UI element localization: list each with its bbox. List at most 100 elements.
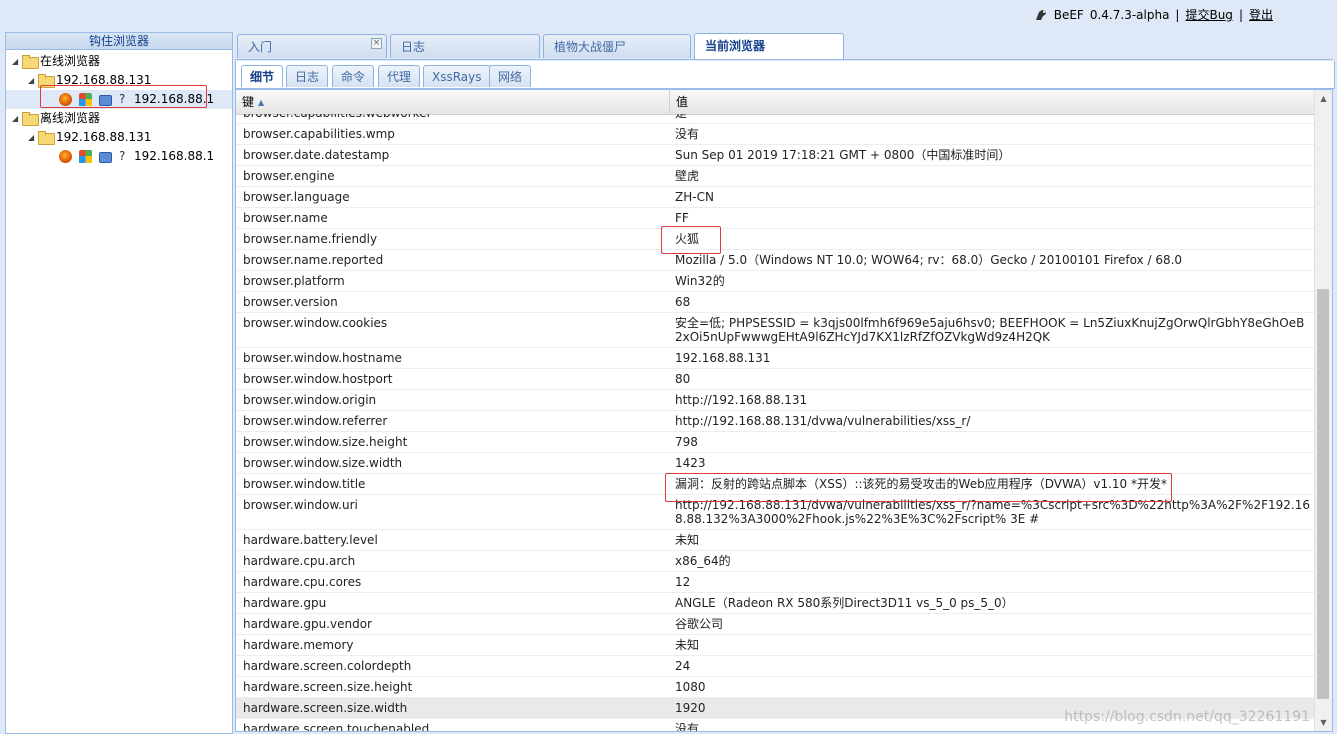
- row-value: 谷歌公司: [675, 617, 724, 631]
- subtab-details[interactable]: 细节: [241, 65, 284, 87]
- expand-arrow-icon[interactable]: ◢: [28, 77, 36, 85]
- row-key: hardware.cpu.arch: [243, 554, 356, 568]
- row-key: browser.window.referrer: [243, 414, 388, 428]
- column-header-key[interactable]: 键 ▲: [236, 90, 670, 114]
- row-value: FF: [675, 211, 689, 225]
- table-row[interactable]: browser.window.origin http://192.168.88.1…: [236, 390, 1316, 411]
- tab-label: 植物大战僵尸: [554, 40, 627, 54]
- row-key: hardware.screen.colordepth: [243, 659, 412, 673]
- table-row[interactable]: hardware.battery.level 未知: [236, 530, 1316, 551]
- row-key: browser.window.title: [243, 477, 366, 491]
- table-row[interactable]: browser.platform Win32的: [236, 271, 1316, 292]
- row-value: 未知: [675, 533, 700, 547]
- column-header-value[interactable]: 值: [670, 90, 1316, 114]
- row-key: browser.capabilities.webworker: [243, 114, 663, 120]
- expand-arrow-icon[interactable]: ◢: [12, 58, 20, 66]
- subtab-commands[interactable]: 命令: [332, 65, 375, 87]
- table-row[interactable]: browser.capabilities.webworker 是: [236, 114, 1316, 124]
- scrollbar-thumb[interactable]: [1317, 289, 1329, 699]
- row-key: hardware.screen.size.height: [243, 680, 413, 694]
- windows-icon: [79, 150, 92, 163]
- vertical-scrollbar[interactable]: ▲ ▼: [1314, 90, 1332, 731]
- row-key: browser.window.size.width: [243, 456, 403, 470]
- tab-plants-vs-zombies[interactable]: 植物大战僵尸: [543, 34, 691, 58]
- table-row[interactable]: browser.name.friendly 火狐: [236, 229, 1316, 250]
- expand-arrow-icon[interactable]: ◢: [28, 134, 36, 142]
- table-row[interactable]: hardware.gpu.vendor 谷歌公司: [236, 614, 1316, 635]
- table-row[interactable]: hardware.cpu.cores 12: [236, 572, 1316, 593]
- subtab-logs[interactable]: 日志: [286, 65, 329, 87]
- row-value: ANGLE（Radeon RX 580系列Direct3D11 vs_5_0 p…: [675, 596, 1014, 610]
- table-row[interactable]: browser.window.cookies 安全=低; PHPSESSID = …: [236, 313, 1316, 348]
- highlight-box: [40, 85, 207, 108]
- tree-node-offline[interactable]: ◢ 离线浏览器: [6, 109, 232, 128]
- tab-getting-started[interactable]: 入门 ×: [237, 34, 387, 58]
- row-key: browser.capabilities.wmp: [243, 127, 395, 141]
- table-row[interactable]: browser.engine 壁虎: [236, 166, 1316, 187]
- detail-subtabs: 细节 日志 命令 代理 XssRays 网络: [235, 61, 1335, 89]
- tree-node-online[interactable]: ◢ 在线浏览器: [6, 52, 232, 71]
- subtab-proxy[interactable]: 代理: [378, 65, 421, 87]
- tree-label: 在线浏览器: [40, 54, 101, 68]
- folder-icon: [38, 131, 55, 145]
- table-row[interactable]: browser.window.referrer http://192.168.88…: [236, 411, 1316, 432]
- grid-body: browser.capabilities.webworker是browser.c…: [236, 114, 1316, 732]
- table-row[interactable]: browser.language ZH-CN: [236, 187, 1316, 208]
- row-key: browser.platform: [243, 274, 345, 288]
- logout-link[interactable]: 登出: [1249, 6, 1273, 23]
- tab-logs[interactable]: 日志: [390, 34, 540, 58]
- tree-node-offline-browser[interactable]: ? 192.168.88.1: [6, 147, 232, 166]
- browser-tree: ◢ 在线浏览器 ◢ 192.168.88.131 ? 192.168.88.1 …: [6, 50, 232, 166]
- row-value: 火狐: [675, 232, 700, 246]
- table-row[interactable]: hardware.screen.colordepth 24: [236, 656, 1316, 677]
- table-row[interactable]: hardware.screen.size.height 1080: [236, 677, 1316, 698]
- row-value: x86_64的: [675, 554, 731, 568]
- tree-label: 离线浏览器: [40, 111, 101, 125]
- subtab-label: 代理: [387, 70, 412, 84]
- scroll-down-icon[interactable]: ▼: [1315, 714, 1332, 731]
- submit-bug-link[interactable]: 提交Bug: [1185, 6, 1232, 23]
- table-row[interactable]: browser.window.size.width 1423: [236, 453, 1316, 474]
- table-row[interactable]: browser.capabilities.wmp 没有: [236, 124, 1316, 145]
- details-grid: 键▲ 值 browser.capabilities.webworker是brow…: [235, 89, 1333, 732]
- column-title: 值: [676, 95, 689, 109]
- table-row[interactable]: browser.version 68: [236, 292, 1316, 313]
- expand-arrow-icon[interactable]: ◢: [12, 115, 20, 123]
- table-row[interactable]: browser.name.reported Mozilla / 5.0（Windo…: [236, 250, 1316, 271]
- table-row[interactable]: browser.date.datestamp Sun Sep 01 2019 17…: [236, 145, 1316, 166]
- subtab-xssrays[interactable]: XssRays: [423, 65, 491, 87]
- table-row[interactable]: browser.name FF: [236, 208, 1316, 229]
- row-key: hardware.gpu: [243, 596, 327, 610]
- tree-node-offline-host[interactable]: ◢ 192.168.88.131: [6, 128, 232, 147]
- watermark: https://blog.csdn.net/qq_32261191: [1064, 709, 1310, 725]
- brand-area: BeEF 0.4.7.3-alpha | 提交Bug | 登出: [1034, 6, 1273, 23]
- scroll-up-icon[interactable]: ▲: [1315, 90, 1332, 107]
- table-row[interactable]: browser.window.hostport 80: [236, 369, 1316, 390]
- row-key: browser.language: [243, 190, 350, 204]
- row-key: browser.name: [243, 211, 328, 225]
- row-value: Mozilla / 5.0（Windows NT 10.0; WOW64; rv…: [675, 253, 1183, 267]
- row-value: http://192.168.88.131/dvwa/vulnerabiliti…: [675, 414, 971, 428]
- table-row[interactable]: browser.window.hostname 192.168.88.131: [236, 348, 1316, 369]
- row-key: browser.name.friendly: [243, 232, 378, 246]
- tab-label: 当前浏览器: [705, 39, 766, 53]
- tab-current-browser[interactable]: 当前浏览器: [694, 33, 844, 59]
- separator: |: [1175, 7, 1180, 22]
- table-row[interactable]: browser.window.size.height 798: [236, 432, 1316, 453]
- table-row[interactable]: hardware.cpu.arch x86_64的: [236, 551, 1316, 572]
- row-key: hardware.memory: [243, 638, 354, 652]
- table-row[interactable]: hardware.gpu ANGLE（Radeon RX 580系列Direct3…: [236, 593, 1316, 614]
- subtab-network[interactable]: 网络: [489, 65, 532, 87]
- tree-label: 192.168.88.1: [134, 149, 215, 163]
- table-row[interactable]: hardware.memory 未知: [236, 635, 1316, 656]
- row-value: 未知: [675, 638, 700, 652]
- tab-label: 日志: [401, 40, 426, 54]
- row-value: 没有: [675, 127, 700, 141]
- close-icon[interactable]: ×: [371, 38, 382, 49]
- row-key: hardware.screen.touchenabled: [243, 722, 430, 732]
- beef-logo-icon: [1035, 9, 1046, 20]
- subtab-label: XssRays: [432, 70, 482, 84]
- row-key: browser.name.reported: [243, 253, 384, 267]
- row-value: 68: [675, 295, 691, 309]
- main-tabs: 入门 × 日志 植物大战僵尸 当前浏览器: [235, 32, 1333, 60]
